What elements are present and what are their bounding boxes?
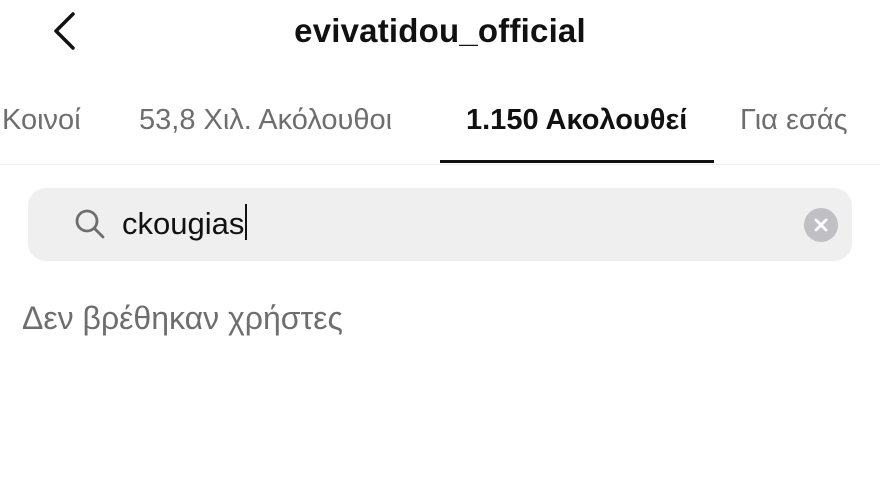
tab-following[interactable]: 1.150 Ακολουθεί: [466, 104, 687, 137]
page-title: evivatidou_official: [294, 12, 586, 49]
text-caret: [245, 204, 248, 240]
search-input-value: ckougias: [122, 206, 245, 241]
search-input[interactable]: ckougias: [122, 204, 248, 242]
active-tab-indicator: [440, 160, 714, 163]
clear-icon: [814, 218, 828, 232]
tab-followers[interactable]: 53,8 Χιλ. Ακόλουθοι: [139, 104, 392, 137]
search-icon: [75, 209, 105, 239]
no-users-message: Δεν βρέθηκαν χρήστες: [22, 300, 343, 336]
tab-mutual[interactable]: Κοινοί: [2, 104, 81, 137]
tab-bar: Κοινοί 53,8 Χιλ. Ακόλουθοι 1.150 Ακολουθ…: [0, 90, 880, 165]
clear-search-button[interactable]: [804, 208, 838, 242]
top-bar: evivatidou_official: [0, 0, 880, 64]
tab-for-you[interactable]: Για εσάς: [740, 104, 848, 137]
search-bar[interactable]: ckougias: [28, 188, 852, 261]
